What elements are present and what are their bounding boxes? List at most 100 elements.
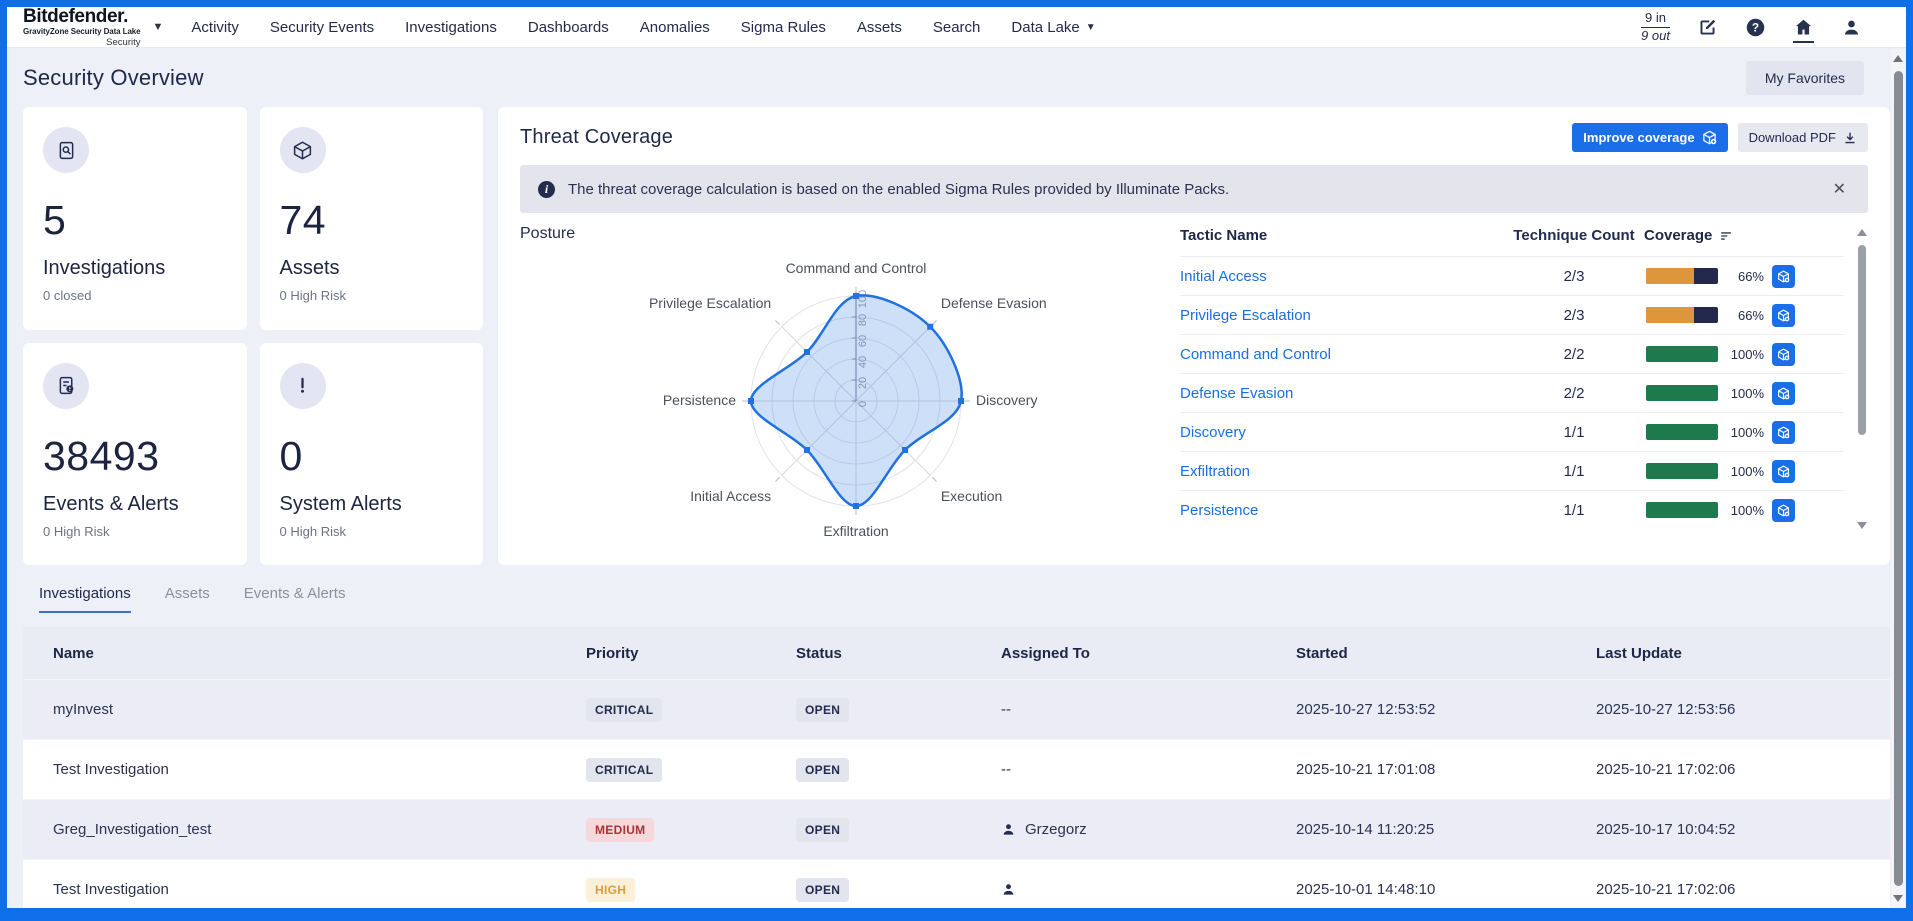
sort-icon[interactable] (1719, 229, 1733, 243)
tactic-table-scrollbar[interactable] (1856, 229, 1868, 529)
tactic-link[interactable]: Initial Access (1180, 268, 1504, 285)
nav-item-investigations[interactable]: Investigations (405, 19, 497, 36)
card-subtext: 0 High Risk (280, 288, 464, 303)
tactic-row: Defense Evasion 2/2 100% (1180, 373, 1844, 412)
col-header-assigned[interactable]: Assigned To (1001, 645, 1296, 662)
tactic-link[interactable]: Privilege Escalation (1180, 307, 1504, 324)
col-header-technique-count[interactable]: Technique Count (1504, 227, 1644, 244)
improve-coverage-row-button[interactable] (1772, 460, 1795, 483)
data-lake-label: Data Lake (1011, 19, 1079, 36)
improve-coverage-row-button[interactable] (1772, 421, 1795, 444)
help-icon[interactable]: ? (1745, 17, 1766, 38)
scrollbar-thumb[interactable] (1894, 71, 1903, 886)
tactic-link[interactable]: Exfiltration (1180, 463, 1504, 480)
coverage-pack-icon (1702, 130, 1717, 145)
nav-item-dashboards[interactable]: Dashboards (528, 19, 609, 36)
card-value: 0 (280, 433, 464, 480)
investigation-document-icon (43, 127, 89, 173)
scroll-up-arrow-icon[interactable] (1857, 229, 1867, 236)
nav-item-anomalies[interactable]: Anomalies (640, 19, 710, 36)
coverage-pack-icon (1777, 270, 1790, 283)
col-header-status[interactable]: Status (796, 645, 1001, 662)
improve-coverage-row-button[interactable] (1772, 304, 1795, 327)
assigned-to: Grzegorz (1025, 821, 1087, 838)
col-header-name[interactable]: Name (53, 645, 586, 662)
tactic-link[interactable]: Persistence (1180, 502, 1504, 519)
scroll-down-arrow-icon[interactable] (1857, 522, 1867, 529)
nav-item-security-events[interactable]: Security Events (270, 19, 374, 36)
improve-coverage-button[interactable]: Improve coverage (1572, 123, 1727, 152)
col-header-priority[interactable]: Priority (586, 645, 796, 662)
scroll-down-arrow-icon[interactable] (1893, 895, 1903, 902)
compose-icon[interactable] (1697, 17, 1718, 38)
investigation-row[interactable]: Test Investigation HIGH OPEN 2025-10-01 … (23, 859, 1890, 908)
nav-item-search[interactable]: Search (933, 19, 981, 36)
card-events-alerts[interactable]: 38493 Events & Alerts 0 High Risk (23, 343, 247, 566)
coverage-bar (1646, 307, 1718, 323)
card-investigations[interactable]: 5 Investigations 0 closed (23, 107, 247, 330)
tab-events-alerts[interactable]: Events & Alerts (244, 585, 346, 613)
tab-investigations[interactable]: Investigations (39, 585, 131, 613)
nav-item-sigma-rules[interactable]: Sigma Rules (741, 19, 826, 36)
nav-dropdown-data-lake[interactable]: Data Lake ▼ (1011, 19, 1095, 36)
tactic-link[interactable]: Discovery (1180, 424, 1504, 441)
coverage-bar (1646, 463, 1718, 479)
tactic-link[interactable]: Command and Control (1180, 346, 1504, 363)
card-assets[interactable]: 74 Assets 0 High Risk (260, 107, 484, 330)
investigation-name: myInvest (53, 701, 586, 718)
assigned-to: -- (1001, 701, 1296, 718)
col-header-updated[interactable]: Last Update (1596, 645, 1876, 662)
page-scrollbar[interactable] (1891, 49, 1906, 908)
col-header-coverage[interactable]: Coverage (1644, 227, 1712, 244)
bitdefender-logo[interactable]: Bitdefender. GravityZone Security Data L… (23, 7, 141, 47)
investigation-row[interactable]: myInvest CRITICAL OPEN -- 2025-10-27 12:… (23, 679, 1890, 739)
last-update-timestamp: 2025-10-27 12:53:56 (1596, 701, 1876, 718)
posture-radar-chart: 020406080100Command and ControlDefense E… (520, 243, 1180, 555)
coverage-percent: 100% (1726, 503, 1764, 518)
tactic-coverage-table: Tactic Name Technique Count Coverage Ini… (1180, 223, 1844, 555)
technique-count: 2/2 (1504, 385, 1644, 402)
investigation-row[interactable]: Test Investigation CRITICAL OPEN -- 2025… (23, 739, 1890, 799)
session-in-out-indicator[interactable]: 9 in 9 out (1641, 10, 1670, 43)
scrollbar-thumb[interactable] (1858, 245, 1866, 435)
coverage-percent: 66% (1726, 308, 1764, 323)
logo-product: GravityZone Security Data Lake (23, 28, 141, 36)
started-timestamp: 2025-10-01 14:48:10 (1296, 881, 1596, 898)
card-subtext: 0 closed (43, 288, 227, 303)
svg-text:Initial Access: Initial Access (690, 488, 771, 504)
investigation-name: Test Investigation (53, 881, 586, 898)
svg-text:Persistence: Persistence (663, 392, 736, 408)
improve-coverage-row-button[interactable] (1772, 265, 1795, 288)
improve-coverage-row-button[interactable] (1772, 343, 1795, 366)
tab-assets[interactable]: Assets (165, 585, 210, 613)
user-icon[interactable] (1841, 17, 1862, 38)
coverage-bar (1646, 424, 1718, 440)
home-icon[interactable] (1793, 17, 1814, 38)
download-pdf-button[interactable]: Download PDF (1738, 123, 1868, 152)
improve-coverage-row-button[interactable] (1772, 499, 1795, 522)
col-header-started[interactable]: Started (1296, 645, 1596, 662)
nav-item-assets[interactable]: Assets (857, 19, 902, 36)
top-navigation-bar: Bitdefender. GravityZone Security Data L… (7, 7, 1906, 48)
coverage-pack-icon (1777, 504, 1790, 517)
last-update-timestamp: 2025-10-17 10:04:52 (1596, 821, 1876, 838)
session-in: 9 in (1645, 10, 1666, 25)
close-icon[interactable]: ✕ (1829, 179, 1850, 199)
scroll-up-arrow-icon[interactable] (1893, 55, 1903, 62)
tactic-link[interactable]: Defense Evasion (1180, 385, 1504, 402)
started-timestamp: 2025-10-21 17:01:08 (1296, 761, 1596, 778)
investigation-row[interactable]: Greg_Investigation_test MEDIUM OPEN Grze… (23, 799, 1890, 859)
technique-count: 2/3 (1504, 307, 1644, 324)
improve-coverage-row-button[interactable] (1772, 382, 1795, 405)
started-timestamp: 2025-10-27 12:53:52 (1296, 701, 1596, 718)
my-favorites-button[interactable]: My Favorites (1746, 61, 1864, 95)
last-update-timestamp: 2025-10-21 17:02:06 (1596, 761, 1876, 778)
nav-item-activity[interactable]: Activity (191, 19, 239, 36)
investigations-table: Name Priority Status Assigned To Started… (23, 627, 1890, 908)
col-header-tactic-name[interactable]: Tactic Name (1180, 227, 1504, 244)
improve-coverage-label: Improve coverage (1583, 130, 1694, 145)
coverage-pack-icon (1777, 309, 1790, 322)
card-system-alerts[interactable]: 0 System Alerts 0 High Risk (260, 343, 484, 566)
coverage-percent: 100% (1726, 464, 1764, 479)
product-switcher-caret-icon[interactable]: ▼ (153, 21, 164, 33)
